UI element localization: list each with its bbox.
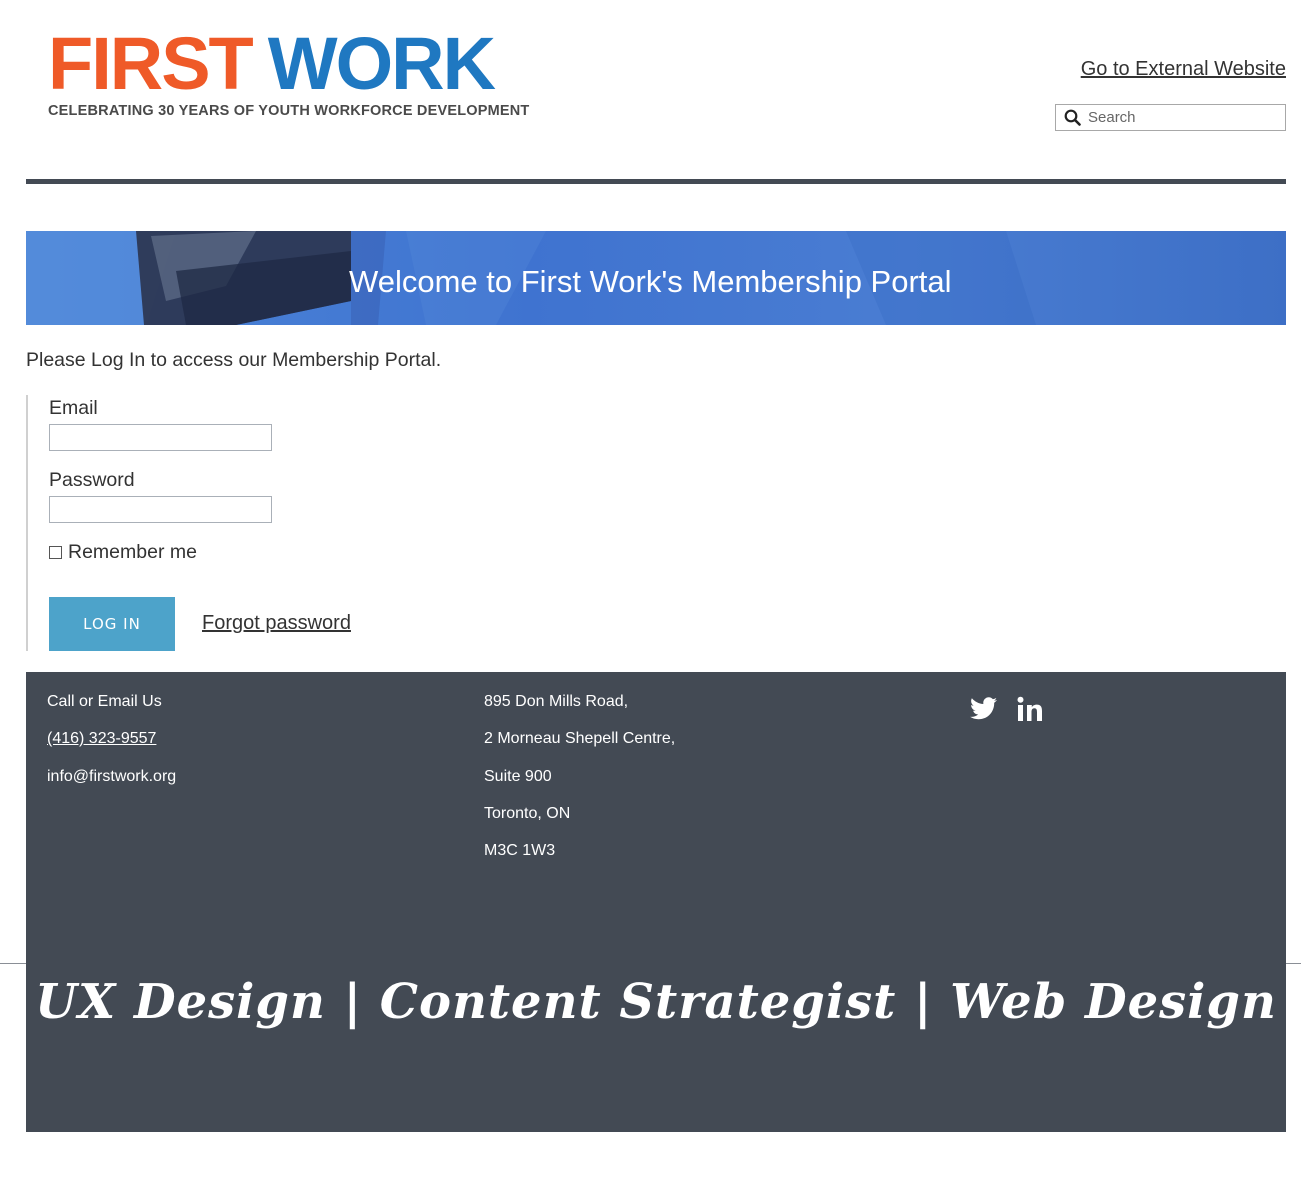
first-work-logo[interactable]: FIRST WORK [48, 27, 496, 101]
remember-me-checkbox[interactable] [49, 546, 62, 559]
search-box[interactable] [1055, 104, 1286, 131]
logo-first-text: FIRST [48, 22, 254, 105]
footer-phone-link[interactable]: (416) 323-9557 [47, 730, 156, 748]
login-button[interactable]: LOG IN [49, 597, 175, 651]
logo-tagline: CELEBRATING 30 YEARS OF YOUTH WORKFORCE … [48, 103, 530, 119]
login-intro-text: Please Log In to access our Membership P… [26, 349, 442, 371]
form-side-rule [26, 395, 28, 651]
remember-me-label: Remember me [68, 541, 197, 563]
external-website-link[interactable]: Go to External Website [1081, 58, 1286, 81]
address-line: Toronto, ON [484, 805, 571, 822]
remember-me-option[interactable]: Remember me [49, 541, 197, 564]
password-field[interactable] [49, 496, 272, 523]
address-line: M3C 1W3 [484, 842, 556, 859]
footer-contact-heading: Call or Email Us [47, 693, 162, 710]
logo-work-text: WORK [267, 22, 496, 105]
address-line: Suite 900 [484, 768, 552, 785]
welcome-banner: Welcome to First Work's Membership Porta… [26, 231, 1286, 325]
address-line: 2 Morneau Shepell Centre, [484, 730, 676, 747]
twitter-icon[interactable] [968, 694, 998, 722]
portfolio-brand-line: UX Design | Content Strategist | Web Des… [35, 974, 1277, 1030]
search-input[interactable] [1088, 106, 1278, 129]
password-label: Password [49, 469, 135, 491]
linkedin-icon[interactable] [1014, 694, 1046, 724]
email-label: Email [49, 397, 98, 419]
page-line-right [1286, 963, 1301, 964]
email-field[interactable] [49, 424, 272, 451]
page-line-left [0, 963, 26, 964]
footer-email-link[interactable]: info@firstwork.org [47, 768, 176, 786]
header-divider [26, 179, 1286, 184]
search-icon[interactable] [1056, 105, 1088, 130]
banner-title: Welcome to First Work's Membership Porta… [349, 264, 952, 299]
address-line: 895 Don Mills Road, [484, 693, 629, 710]
forgot-password-link[interactable]: Forgot password [202, 612, 351, 635]
